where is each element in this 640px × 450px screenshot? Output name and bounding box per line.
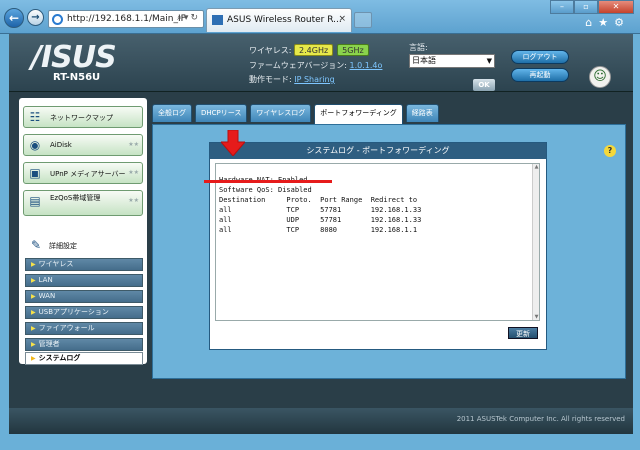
toolbar-icons[interactable]: ⌂★⚙	[585, 16, 630, 29]
red-underline-annotation	[204, 180, 332, 183]
chevron-down-icon: ▼	[486, 57, 492, 65]
minimize-icon[interactable]: –	[550, 0, 574, 14]
advanced-settings-header: ✎ 詳細設定	[23, 234, 143, 256]
tab-dhcp-leases[interactable]: DHCPリース	[195, 104, 248, 122]
forward-button[interactable]: →	[27, 9, 44, 26]
tab-close-icon[interactable]: ×	[338, 14, 346, 24]
log-title: システムログ - ポートフォワーディング	[210, 143, 546, 159]
log-line: all TCP 57781 192.168.1.33	[219, 206, 422, 214]
sidebar-item-label: EzQoS帯域管理	[50, 194, 101, 202]
sidebar-item-usb[interactable]: ▶ USBアプリケーション	[25, 306, 143, 319]
asus-logo: /ISUS	[31, 40, 117, 75]
refresh-button[interactable]: 更新	[508, 327, 538, 339]
log-line: all UDP 57781 192.168.1.33	[219, 216, 422, 224]
language-label: 言語:	[409, 43, 428, 52]
help-icon[interactable]: ?	[604, 145, 616, 157]
sidebar-item-system-log[interactable]: ▶ システムログ	[25, 352, 143, 365]
browser-bottom-strip	[0, 434, 640, 450]
tools-icon: ✎	[30, 238, 42, 252]
tab-routing-table[interactable]: 経路表	[405, 104, 439, 122]
sidebar-item-label: システムログ	[38, 354, 81, 362]
mascot-icon: ☺	[589, 66, 611, 88]
log-panel: ? システムログ - ポートフォワーディング Hardware NAT: Ena…	[152, 124, 626, 379]
sidebar-item-label: ワイヤレス	[38, 260, 74, 268]
maximize-icon[interactable]: ▫	[574, 0, 598, 14]
sidebar-item-label: WAN	[38, 292, 56, 300]
tab-wireless-log[interactable]: ワイヤレスログ	[250, 104, 312, 122]
logout-button[interactable]: ログアウト	[511, 50, 569, 64]
media-server-icon: ▣	[29, 166, 41, 180]
address-url[interactable]: http://192.168.1.1/Main_IF	[67, 14, 186, 24]
sidebar-item-firewall[interactable]: ▶ ファイアウォール	[25, 322, 143, 335]
mode-link[interactable]: IP Sharing	[294, 75, 334, 84]
copyright: 2011 ASUSTek Computer Inc. All rights re…	[456, 415, 625, 423]
firmware-version-link[interactable]: 1.0.1.4o	[350, 61, 383, 70]
tab-port-forwarding[interactable]: ポートフォワーディング	[314, 104, 403, 124]
red-arrow-annotation	[221, 130, 245, 156]
firmware-label: ファームウェアバージョン:	[249, 61, 347, 70]
footer: 2011 ASUSTek Computer Inc. All rights re…	[9, 408, 633, 434]
browser-tab[interactable]: ASUS Wireless Router R... ×	[206, 8, 352, 32]
band-5-badge[interactable]: 5GHz	[337, 44, 369, 56]
sidebar-item-label: ネットワークマップ	[50, 114, 113, 122]
stars-icon: ★★	[128, 197, 139, 204]
section-label: 詳細設定	[49, 242, 77, 250]
status-panel: ワイヤレス: 2.4GHz 5GHz ファームウェアバージョン: 1.0.1.4o…	[249, 42, 397, 90]
log-line: all TCP 8080 192.168.1.1	[219, 226, 418, 234]
log-text: Hardware NAT: EnabledSoftware QoS: Disab…	[219, 165, 421, 235]
sidebar-item-lan[interactable]: ▶ LAN	[25, 274, 143, 287]
sidebar-item-ezqos[interactable]: ▤ EzQoS帯域管理 ★★	[23, 190, 143, 216]
search-refresh-icons[interactable]: ⌕▾↻	[177, 13, 200, 23]
language-select[interactable]: 日本語 ▼	[409, 54, 495, 68]
log-box: システムログ - ポートフォワーディング Hardware NAT: Enabl…	[209, 142, 547, 350]
sidebar-item-wireless[interactable]: ▶ ワイヤレス	[25, 258, 143, 271]
stars-icon: ★★	[128, 141, 139, 148]
band-24-badge[interactable]: 2.4GHz	[294, 44, 334, 56]
sidebar-item-label: 管理者	[38, 340, 60, 348]
stars-icon: ★★	[128, 169, 139, 176]
scroll-down-icon[interactable]: ▼	[533, 314, 540, 320]
model-name: RT-N56U	[53, 72, 101, 83]
new-tab-button[interactable]	[354, 12, 372, 28]
language-selector: 言語: 日本語 ▼ OK	[409, 42, 505, 91]
log-tabs: 全般ログ DHCPリース ワイヤレスログ ポートフォワーディング 経路表	[152, 104, 442, 124]
sidebar-item-label: UPnP メディアサーバー	[50, 170, 126, 178]
ie-icon	[52, 14, 63, 25]
router-header: /ISUS RT-N56U ワイヤレス: 2.4GHz 5GHz ファームウェアバ…	[9, 34, 633, 92]
sidebar-item-aidisk[interactable]: ◉ AiDisk ★★	[23, 134, 143, 156]
sidebar-item-wan[interactable]: ▶ WAN	[25, 290, 143, 303]
sidebar-item-label: LAN	[38, 276, 53, 284]
router-page: /ISUS RT-N56U ワイヤレス: 2.4GHz 5GHz ファームウェアバ…	[9, 34, 633, 434]
sidebar-item-label: AiDisk	[50, 141, 72, 149]
wireless-label: ワイヤレス:	[249, 46, 292, 55]
sidebar-item-label: ファイアウォール	[38, 324, 95, 332]
tab-general-log[interactable]: 全般ログ	[152, 104, 192, 122]
back-button[interactable]: ←	[4, 8, 24, 28]
sidebar: ☷ ネットワークマップ ◉ AiDisk ★★ ▣ UPnP メディアサーバー …	[19, 98, 147, 365]
log-line: Destination Proto. Port Range Redirect t…	[219, 196, 418, 204]
network-map-icon: ☷	[29, 110, 41, 124]
sidebar-item-upnp[interactable]: ▣ UPnP メディアサーバー ★★	[23, 162, 143, 184]
browser-toolbar: ← → http://192.168.1.1/Main_IF ⌕▾↻ ASUS …	[0, 0, 640, 34]
favicon-icon	[212, 15, 223, 25]
window-controls: – ▫ ✕	[550, 0, 634, 14]
log-textarea[interactable]: Hardware NAT: EnabledSoftware QoS: Disab…	[215, 163, 540, 321]
sidebar-item-admin[interactable]: ▶ 管理者	[25, 338, 143, 351]
sidebar-item-network-map[interactable]: ☷ ネットワークマップ	[23, 106, 143, 128]
log-line: Software QoS: Disabled	[219, 186, 312, 194]
log-scrollbar[interactable]: ▲ ▼	[532, 164, 539, 320]
reboot-button[interactable]: 再起動	[511, 68, 569, 82]
language-value: 日本語	[412, 56, 436, 65]
address-bar[interactable]: http://192.168.1.1/Main_IF ⌕▾↻	[48, 10, 204, 28]
qos-icon: ▤	[29, 194, 41, 208]
mode-label: 動作モード:	[249, 75, 292, 84]
tab-title: ASUS Wireless Router R...	[227, 15, 342, 25]
sidebar-item-label: USBアプリケーション	[38, 308, 109, 316]
ok-button[interactable]: OK	[473, 79, 495, 91]
disk-icon: ◉	[29, 138, 41, 152]
scroll-up-icon[interactable]: ▲	[533, 164, 540, 170]
close-window-icon[interactable]: ✕	[598, 0, 634, 14]
